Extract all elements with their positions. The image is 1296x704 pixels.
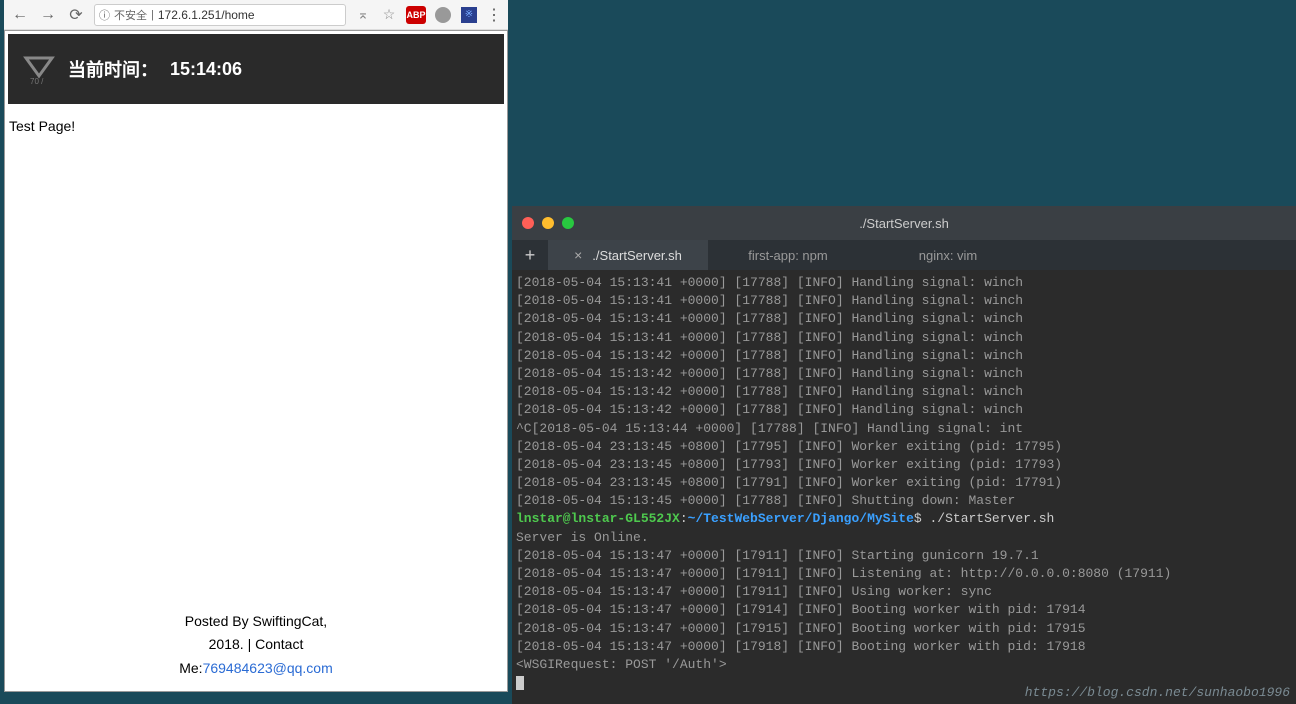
terminal-tab-2[interactable]: nginx: vim xyxy=(868,240,1028,270)
browser-right-icons: ⌅ ☆ ABP ※ ⋮ xyxy=(354,6,502,24)
tab-label: first-app: npm xyxy=(748,248,827,263)
footer-email-link[interactable]: 769484623@qq.com xyxy=(203,660,333,676)
browser-window: ← → ⟳ ⓘ 不安全 | 172.6.1.251/home ⌅ ☆ ABP ※… xyxy=(4,0,508,692)
contact-link[interactable]: Contact xyxy=(255,636,303,652)
info-icon: ⓘ xyxy=(99,7,110,23)
minimize-icon[interactable] xyxy=(542,217,554,229)
url-text: 172.6.1.251/home xyxy=(158,8,341,22)
forward-button[interactable]: → xyxy=(38,5,58,25)
time-value: 15:14:06 xyxy=(170,59,242,80)
extension-gray-icon[interactable] xyxy=(434,6,452,24)
time-label: 当前时间： xyxy=(68,56,158,82)
terminal-tab-1[interactable]: first-app: npm xyxy=(708,240,868,270)
url-bar[interactable]: ⓘ 不安全 | 172.6.1.251/home xyxy=(94,4,346,26)
extension-blue-icon[interactable]: ※ xyxy=(460,6,478,24)
reload-button[interactable]: ⟳ xyxy=(66,5,86,25)
footer-line3: Me:769484623@qq.com xyxy=(5,657,507,681)
menu-icon[interactable]: ⋮ xyxy=(486,6,502,24)
footer-line2: 2018. | Contact xyxy=(5,633,507,657)
tab-label: ./StartServer.sh xyxy=(592,248,682,263)
footer-sep: | xyxy=(248,636,252,652)
watermark: https://blog.csdn.net/sunhaobo1996 xyxy=(1025,685,1290,700)
tab-close-icon[interactable]: × xyxy=(574,247,582,263)
terminal-body[interactable]: [2018-05-04 15:13:41 +0000] [17788] [INF… xyxy=(512,270,1296,704)
page-footer: Posted By SwiftingCat, 2018. | Contact M… xyxy=(5,610,507,691)
page-body: 70 / 当前时间： 15:14:06 Test Page! Posted By… xyxy=(4,30,508,692)
url-separator: | xyxy=(151,9,154,21)
terminal-window: ./StartServer.sh + × ./StartServer.sh fi… xyxy=(512,206,1296,704)
terminal-tab-0[interactable]: × ./StartServer.sh xyxy=(548,240,708,270)
terminal-title: ./StartServer.sh xyxy=(512,216,1296,231)
abp-icon[interactable]: ABP xyxy=(406,6,426,24)
terminal-tabbar: + × ./StartServer.sh first-app: npm ngin… xyxy=(512,240,1296,270)
maximize-icon[interactable] xyxy=(562,217,574,229)
window-traffic-lights xyxy=(522,217,574,229)
footer-year: 2018. xyxy=(209,636,244,652)
page-content: Test Page! xyxy=(5,104,507,610)
footer-author: Posted By SwiftingCat, xyxy=(5,610,507,634)
new-tab-button[interactable]: + xyxy=(512,240,548,270)
back-button[interactable]: ← xyxy=(10,5,30,25)
logo-icon: 70 / xyxy=(22,52,56,86)
browser-toolbar: ← → ⟳ ⓘ 不安全 | 172.6.1.251/home ⌅ ☆ ABP ※… xyxy=(4,0,508,30)
footer-me-label: Me: xyxy=(179,660,202,676)
key-icon[interactable]: ⌅ xyxy=(354,6,372,24)
star-icon[interactable]: ☆ xyxy=(380,6,398,24)
insecure-label: 不安全 xyxy=(114,7,147,23)
tab-label: nginx: vim xyxy=(919,248,978,263)
svg-text:70 /: 70 / xyxy=(30,77,44,86)
close-icon[interactable] xyxy=(522,217,534,229)
page-header: 70 / 当前时间： 15:14:06 xyxy=(8,34,504,104)
terminal-titlebar: ./StartServer.sh xyxy=(512,206,1296,240)
